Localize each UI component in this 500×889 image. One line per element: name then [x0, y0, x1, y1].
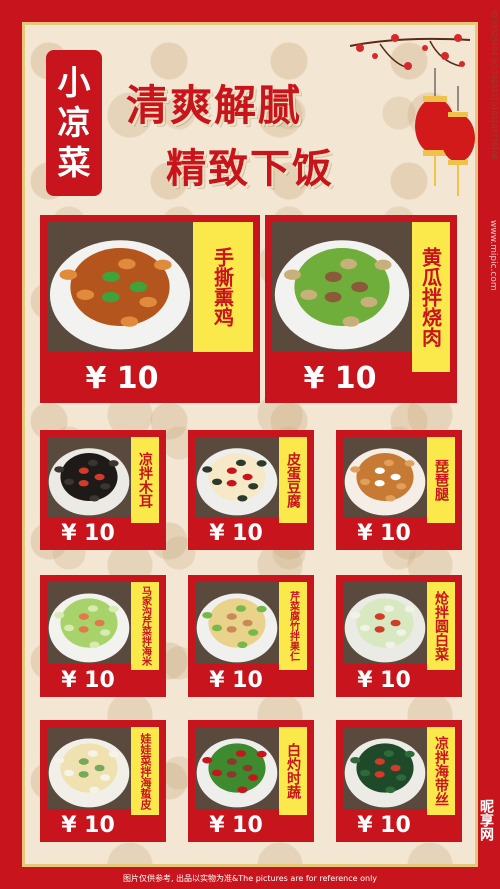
- greens-photo: [195, 727, 279, 809]
- menu-item-card: 炝拌圆白菜 ¥ 10: [336, 575, 462, 697]
- category-badge: 小 凉 菜: [46, 50, 102, 196]
- dish-name: 芹菜腐竹拌果仁: [279, 582, 307, 670]
- dish-name: 凉拌海带丝: [427, 727, 455, 815]
- menu-item-card: 凉拌海带丝 ¥ 10: [336, 720, 462, 842]
- dish-photo: [47, 222, 193, 352]
- menu-item-card: 皮蛋豆腐 ¥ 10: [188, 430, 314, 550]
- menu-item-card: 琵琶腿 ¥ 10: [336, 430, 462, 550]
- menu-item-card: 娃娃菜拌海蜇皮 ¥ 10: [40, 720, 166, 842]
- headline-line1: 清爽解腻: [126, 81, 303, 130]
- wood-ear-photo: [47, 437, 131, 517]
- dish-photo: [47, 437, 131, 517]
- baby-cabbage-jellyfish-photo: [47, 727, 131, 809]
- smoked-chicken-photo: [47, 222, 193, 352]
- dish-photo: [195, 437, 279, 517]
- dish-price: ¥ 10: [209, 812, 263, 838]
- dish-name: 娃娃菜拌海蜇皮: [131, 727, 159, 815]
- dish-photo: [195, 727, 279, 809]
- badge-char: 小: [57, 63, 91, 102]
- century-egg-tofu-photo: [195, 437, 279, 517]
- dish-name: 琵琶腿: [427, 437, 455, 523]
- dish-price: ¥ 10: [61, 667, 115, 693]
- menu-item-card: 白灼时蔬 ¥ 10: [188, 720, 314, 842]
- dish-photo: [195, 582, 279, 664]
- celery-tofu-skin-photo: [195, 582, 279, 664]
- dish-price: ¥ 10: [85, 360, 159, 396]
- dish-name: 黄瓜拌烧肉: [412, 222, 450, 372]
- badge-char: 菜: [57, 143, 91, 182]
- menu-poster: 小 凉 菜 清爽解腻 精致下饭 手撕熏鸡 ¥ 10 黄瓜拌烧肉 ¥ 10 凉拌木耳 ¥ 1…: [0, 0, 500, 889]
- dish-name: 炝拌圆白菜: [427, 582, 455, 670]
- plum-blossom-lantern-decoration: [349, 34, 475, 196]
- dish-price: ¥ 10: [61, 520, 115, 546]
- menu-item-card: 芹菜腐竹拌果仁 ¥ 10: [188, 575, 314, 697]
- menu-item-card: 凉拌木耳 ¥ 10: [40, 430, 166, 550]
- dish-name: 凉拌木耳: [131, 437, 159, 523]
- drumstick-photo: [343, 437, 427, 517]
- dish-photo: [272, 222, 412, 352]
- dish-name: 马家沟芹菜拌海米: [131, 582, 159, 670]
- headline-line2: 精致下饭: [166, 145, 334, 192]
- celery-shrimp-photo: [47, 582, 131, 664]
- dish-price: ¥ 10: [357, 812, 411, 838]
- menu-item-card: 黄瓜拌烧肉 ¥ 10: [265, 215, 457, 403]
- watermark-url: www.mipic.com: [488, 220, 498, 291]
- site-logo: 昵享网: [478, 799, 494, 841]
- menu-item-card: 手撕熏鸡 ¥ 10: [40, 215, 260, 403]
- cabbage-photo: [343, 582, 427, 664]
- dish-price: ¥ 10: [209, 520, 263, 546]
- dish-name: 白灼时蔬: [279, 727, 307, 815]
- dish-name: 手撕熏鸡: [193, 222, 253, 352]
- cucumber-pork-photo: [272, 222, 412, 352]
- dish-photo: [343, 437, 427, 517]
- disclaimer-footer: 图片仅供参考, 出品以实物为准&The pictures are for ref…: [122, 873, 378, 883]
- dish-price: ¥ 10: [209, 667, 263, 693]
- dish-photo: [343, 727, 427, 809]
- menu-item-card: 马家沟芹菜拌海米 ¥ 10: [40, 575, 166, 697]
- dish-price: ¥ 10: [61, 812, 115, 838]
- dish-photo: [47, 727, 131, 809]
- badge-char: 凉: [57, 103, 91, 142]
- dish-price: ¥ 10: [303, 360, 377, 396]
- dish-photo: [47, 582, 131, 664]
- dish-price: ¥ 10: [357, 520, 411, 546]
- kelp-photo: [343, 727, 427, 809]
- dish-name: 皮蛋豆腐: [279, 437, 307, 523]
- dish-photo: [343, 582, 427, 664]
- dish-price: ¥ 10: [357, 667, 411, 693]
